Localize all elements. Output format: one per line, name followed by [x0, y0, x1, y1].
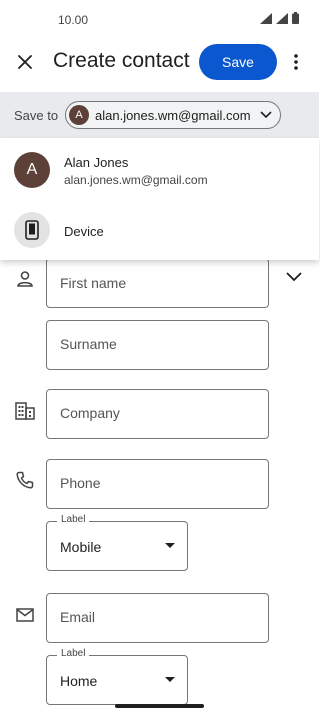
person-icon [14, 268, 36, 290]
device-icon-circle [14, 212, 50, 248]
account-selector[interactable]: A alan.jones.wm@gmail.com [65, 101, 281, 129]
phone-device-icon [25, 220, 39, 240]
phone-placeholder: Phone [60, 475, 101, 491]
surname-placeholder: Surname [60, 336, 117, 352]
email-field[interactable]: Email [46, 593, 269, 643]
account-email: alan.jones.wm@gmail.com [95, 107, 251, 123]
email-placeholder: Email [60, 609, 96, 625]
account-menu: A Alan Jones alan.jones.wm@gmail.com Dev… [0, 138, 319, 260]
phone-icon [14, 469, 36, 491]
first-name-placeholder: First name [60, 275, 127, 291]
phone-field[interactable]: Phone [46, 459, 269, 509]
expand-name-button[interactable] [283, 266, 305, 288]
email-label-select[interactable]: Label Home [46, 648, 188, 705]
company-icon [14, 400, 36, 422]
battery-icon [292, 12, 299, 24]
menu-item-name: Device [64, 224, 104, 239]
gesture-nav-handle[interactable] [115, 704, 204, 708]
phone-label-value: Mobile [60, 539, 102, 555]
signal-icon [260, 12, 272, 24]
email-label-value: Home [60, 673, 98, 689]
menu-item-account[interactable]: A Alan Jones alan.jones.wm@gmail.com [0, 138, 319, 200]
close-icon [18, 55, 32, 69]
save-button[interactable]: Save [199, 44, 277, 80]
company-placeholder: Company [60, 405, 120, 421]
chevron-down-icon [286, 272, 302, 282]
dropdown-arrow-icon [165, 677, 175, 682]
menu-item-device[interactable]: Device [0, 200, 319, 260]
chevron-down-icon [260, 111, 272, 119]
status-time: 10.00 [58, 13, 89, 27]
status-icons [260, 12, 299, 24]
page-title: Create contact [53, 49, 190, 72]
email-label-legend: Label [57, 648, 90, 659]
save-to-label: Save to [14, 108, 59, 123]
surname-field[interactable]: Surname [46, 320, 269, 370]
menu-item-name: Alan Jones [64, 155, 129, 170]
signal-icon [276, 12, 288, 24]
account-avatar: A [69, 105, 89, 125]
close-button[interactable] [13, 50, 37, 74]
company-field[interactable]: Company [46, 389, 269, 439]
dropdown-arrow-icon [165, 543, 175, 548]
avatar: A [14, 152, 50, 188]
more-options-button[interactable] [286, 50, 306, 74]
first-name-field[interactable]: First name [46, 258, 269, 308]
email-icon [14, 604, 36, 626]
more-vert-icon [294, 54, 298, 70]
menu-item-email: alan.jones.wm@gmail.com [64, 173, 208, 187]
phone-label-legend: Label [57, 514, 90, 525]
phone-label-select[interactable]: Label Mobile [46, 514, 188, 571]
